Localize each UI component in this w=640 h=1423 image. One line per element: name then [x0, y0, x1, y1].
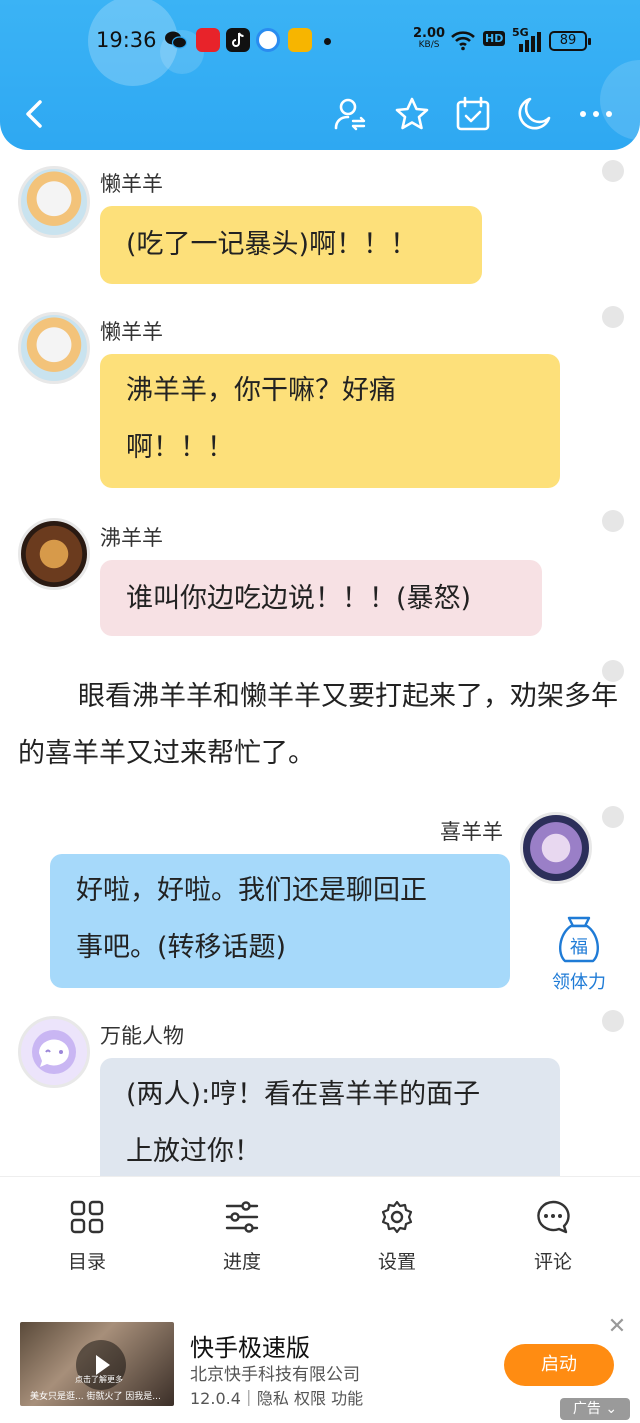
ad-thumb-overlay: 点击了解更多	[75, 1375, 123, 1384]
claim-stamina-widget[interactable]: 福 领体力	[544, 912, 614, 994]
svg-text:福: 福	[570, 937, 588, 958]
message-bubble: 谁叫你边吃边说！！！(暴怒)	[100, 560, 542, 636]
wifi-icon	[451, 31, 475, 51]
close-icon[interactable]: ✕	[606, 1316, 628, 1338]
signal-icon	[519, 32, 541, 52]
sender-name: 沸羊羊	[100, 526, 163, 550]
wechat-icon	[165, 31, 188, 49]
sender-name: 万能人物	[100, 1024, 184, 1048]
comment-icon	[537, 1200, 570, 1234]
more-icon[interactable]	[578, 96, 614, 132]
bottom-nav: 目录 进度 设置 评论	[0, 1176, 640, 1294]
ad-title: 快手极速版	[190, 1334, 310, 1362]
calendar-check-icon[interactable]	[455, 96, 491, 132]
avatar[interactable]	[18, 312, 90, 384]
paragraph-comment-dot[interactable]	[602, 306, 624, 328]
paragraph-comment-dot[interactable]	[602, 510, 624, 532]
reward-app-icon	[288, 28, 312, 52]
ad-meta-links[interactable]: 12.0.4｜隐私 权限 功能	[190, 1385, 363, 1409]
ad-tag[interactable]: 广告 ⌄	[560, 1398, 630, 1420]
avatar[interactable]	[18, 1016, 90, 1088]
nav-settings-button[interactable]: 设置	[342, 1199, 452, 1274]
ad-video-thumbnail[interactable]: 点击了解更多 美女只是逛... 街就火了 因我是...	[20, 1322, 174, 1406]
avatar[interactable]	[18, 518, 90, 590]
message-bubble: (两人):哼！看在喜羊羊的面子 上放过你！	[100, 1058, 560, 1176]
chat-bubble-avatar-icon	[32, 1030, 76, 1074]
chat-content[interactable]: 懒羊羊 (吃了一记暴头)啊！！！ 懒羊羊 沸羊羊，你干嘛？好痛 啊！！！ 沸羊羊…	[0, 150, 640, 1176]
tiktok-icon	[226, 28, 250, 52]
status-time: 19:36	[96, 28, 157, 52]
grid-icon	[70, 1200, 104, 1234]
nav-comment-button[interactable]: 评论	[498, 1199, 608, 1274]
back-icon[interactable]	[20, 96, 50, 132]
notification-dot	[324, 38, 331, 45]
paragraph-comment-dot[interactable]	[602, 806, 624, 828]
fortune-bag-icon: 福	[559, 916, 599, 963]
star-icon[interactable]	[394, 96, 430, 132]
switch-role-icon[interactable]	[332, 96, 368, 132]
ad-thumb-caption: 美女只是逛... 街就火了 因我是...	[30, 1392, 161, 1402]
status-bar: 19:36 2.00 KB/S HD 5G 89	[0, 22, 640, 62]
sender-name: 喜羊羊	[440, 820, 503, 844]
avatar[interactable]	[520, 812, 592, 884]
battery-indicator: 89	[549, 31, 591, 51]
hd-badge: HD	[483, 31, 506, 46]
nav-progress-button[interactable]: 进度	[187, 1199, 297, 1274]
message-bubble: 沸羊羊，你干嘛？好痛 啊！！！	[100, 354, 560, 488]
ad-launch-button[interactable]: 启动	[504, 1344, 614, 1386]
nav-label: 设置	[377, 1251, 416, 1273]
nav-label: 目录	[67, 1251, 106, 1273]
sliders-icon	[225, 1201, 259, 1233]
message-bubble: (吃了一记暴头)啊！！！	[100, 206, 482, 284]
browser-app-icon	[256, 28, 280, 52]
ad-banner[interactable]: 点击了解更多 美女只是逛... 街就火了 因我是... 快手极速版 北京快手科技…	[0, 1294, 640, 1423]
reader-header: 19:36 2.00 KB/S HD 5G 89	[0, 0, 640, 150]
fortune-label: 领体力	[552, 972, 606, 993]
ad-company: 北京快手科技有限公司	[190, 1365, 360, 1385]
paragraph-comment-dot[interactable]	[602, 160, 624, 182]
sender-name: 懒羊羊	[100, 172, 163, 196]
nav-label: 进度	[222, 1251, 261, 1273]
gear-icon	[381, 1200, 413, 1234]
shopping-app-icon	[196, 28, 220, 52]
network-speed: 2.00 KB/S	[413, 26, 446, 50]
sender-name: 懒羊羊	[100, 320, 163, 344]
paragraph-comment-dot[interactable]	[602, 1010, 624, 1032]
message-bubble: 好啦，好啦。我们还是聊回正 事吧。(转移话题)	[50, 854, 510, 988]
narration-paragraph: 眼看沸羊羊和懒羊羊又要打起来了，劝架多年的喜羊羊又过来帮忙了。	[18, 681, 618, 769]
avatar[interactable]	[18, 166, 90, 238]
moon-icon[interactable]	[516, 96, 552, 132]
nav-label: 评论	[533, 1251, 572, 1273]
nav-catalog-button[interactable]: 目录	[32, 1199, 142, 1274]
